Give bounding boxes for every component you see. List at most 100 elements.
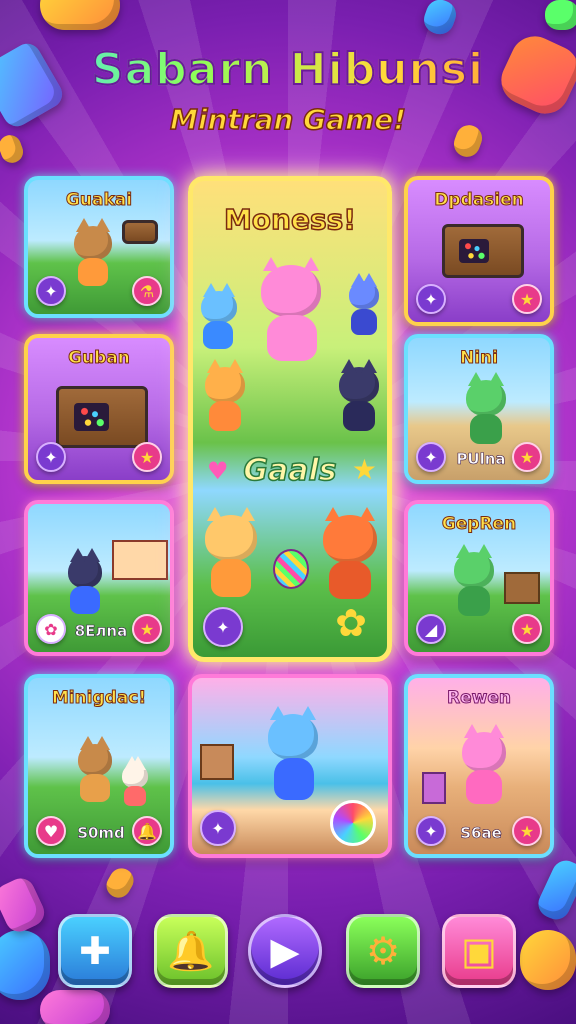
- card-title: Guban: [68, 348, 131, 369]
- header: Sabarn Hibunsi Mintran Game!: [0, 43, 576, 137]
- star-icon[interactable]: ★: [512, 614, 542, 644]
- cat-character-icon: [78, 736, 112, 776]
- puzzle-icon: ✚: [79, 929, 111, 973]
- barn-icon: [504, 572, 540, 604]
- cat-character-icon: [205, 359, 245, 403]
- cat-character-icon: [466, 372, 506, 416]
- candy-decoration: [40, 0, 120, 30]
- cat-body: [70, 586, 100, 614]
- compass-icon[interactable]: ✦: [200, 810, 236, 846]
- candy-decoration: [102, 864, 138, 902]
- compass-icon[interactable]: ✦: [416, 816, 446, 846]
- cat-body: [458, 586, 490, 616]
- bell-icon[interactable]: 🔔: [132, 816, 162, 846]
- card-title: Guakai: [65, 190, 133, 211]
- puzzle-button[interactable]: ✚: [58, 914, 132, 988]
- card-label: S6ae: [460, 824, 502, 843]
- cat-character-icon: [68, 548, 102, 588]
- cat-character-icon: [261, 257, 321, 317]
- camera-button[interactable]: ▣: [442, 914, 516, 988]
- level-card-dpdasien[interactable]: Dpdasien ✦ ★: [404, 176, 554, 326]
- cat-character-icon: [454, 544, 494, 588]
- star-icon[interactable]: ★: [512, 816, 542, 846]
- level-card-guban[interactable]: Guban ✦ ★: [24, 334, 174, 484]
- featured-card[interactable]: Moness! ♥ Gaals ★ ✦ ✿: [188, 176, 392, 662]
- play-button[interactable]: ▶: [248, 914, 322, 988]
- compass-icon[interactable]: ✦: [36, 442, 66, 472]
- compass-icon[interactable]: ◢: [416, 614, 446, 644]
- chest-icon: [442, 224, 524, 278]
- gear-icon: ⚙: [365, 929, 401, 973]
- cat-body: [124, 786, 146, 806]
- card-title: Minigdac!: [51, 688, 147, 709]
- cat-character-icon: [205, 507, 257, 561]
- house-icon: [112, 540, 168, 580]
- cat-body: [329, 561, 371, 599]
- candy-decoration: [533, 856, 576, 924]
- candy-decoration: [420, 0, 460, 39]
- level-card-minigdac[interactable]: Minigdac! ♥ S0md 🔔: [24, 674, 174, 858]
- cat-body: [466, 770, 502, 804]
- cat-character-icon: [323, 507, 377, 563]
- level-card-bena[interactable]: ✿ 8Eлna ★: [24, 500, 174, 656]
- cat-body: [80, 774, 110, 802]
- easter-egg-icon: [273, 549, 309, 589]
- level-card-guakai[interactable]: Guakai ✦ ⚗: [24, 176, 174, 318]
- settings-button[interactable]: ⚙: [346, 914, 420, 988]
- level-card-beach[interactable]: ✦: [188, 674, 392, 858]
- camera-icon: ▣: [461, 929, 497, 973]
- cat-body: [211, 559, 251, 597]
- bell-icon: 🔔: [167, 928, 215, 973]
- dresser-icon: [200, 744, 234, 780]
- chest-icon: [56, 386, 148, 448]
- compass-icon[interactable]: ✦: [203, 607, 243, 647]
- compass-icon[interactable]: ✦: [416, 284, 446, 314]
- cat-character-icon: [349, 273, 379, 309]
- sign-icon: [422, 772, 446, 804]
- card-title: Rewen: [447, 688, 512, 709]
- featured-title: Moness!: [223, 202, 357, 237]
- heart-icon[interactable]: ♥: [36, 816, 66, 846]
- cat-character-icon: [74, 218, 112, 260]
- star-icon: ★: [351, 453, 377, 486]
- lollipop-icon[interactable]: [330, 800, 376, 846]
- card-label: 8Eлna: [74, 622, 128, 641]
- level-card-rewen[interactable]: Rewen ✦ S6ae ★: [404, 674, 554, 858]
- card-title: Nini: [460, 348, 499, 369]
- cat-character-icon: [268, 706, 318, 760]
- cat-character-icon: [201, 283, 237, 323]
- compass-icon[interactable]: ✦: [416, 442, 446, 472]
- cat-body: [78, 258, 108, 286]
- cat-body: [343, 401, 375, 431]
- cat-body: [203, 321, 233, 349]
- level-card-gepren[interactable]: GepRen ◢ ★: [404, 500, 554, 656]
- star-icon[interactable]: ★: [512, 284, 542, 314]
- star-icon[interactable]: ★: [132, 614, 162, 644]
- candy-decoration: [520, 930, 576, 990]
- cat-character-icon: [122, 756, 148, 788]
- card-label: PUlna: [456, 450, 506, 469]
- cat-character-icon: [462, 724, 506, 772]
- candy-decoration: [40, 990, 110, 1024]
- star-icon[interactable]: ★: [132, 442, 162, 472]
- level-card-nini[interactable]: Nini ✦ PUlna ★: [404, 334, 554, 484]
- flower-icon[interactable]: ✿: [36, 614, 66, 644]
- star-icon[interactable]: ★: [512, 442, 542, 472]
- bell-button[interactable]: 🔔: [154, 914, 228, 988]
- cat-body: [267, 315, 317, 361]
- candy-decoration: [0, 873, 49, 937]
- compass-icon[interactable]: ✦: [36, 276, 66, 306]
- card-title: Dpdasien: [434, 190, 525, 211]
- candy-decoration: [545, 0, 576, 30]
- card-title: GepRen: [441, 514, 517, 535]
- flower-icon[interactable]: ✿: [335, 601, 367, 645]
- candy-decoration: [0, 132, 27, 166]
- card-label: S0md: [77, 824, 125, 843]
- chest-icon: [122, 220, 158, 244]
- potion-icon[interactable]: ⚗: [132, 276, 162, 306]
- play-icon: ▶: [270, 929, 300, 973]
- cat-character-icon: [339, 359, 379, 403]
- game-subtitle: Mintran Game!: [169, 102, 406, 137]
- cat-body: [274, 758, 314, 800]
- cat-body: [351, 309, 377, 335]
